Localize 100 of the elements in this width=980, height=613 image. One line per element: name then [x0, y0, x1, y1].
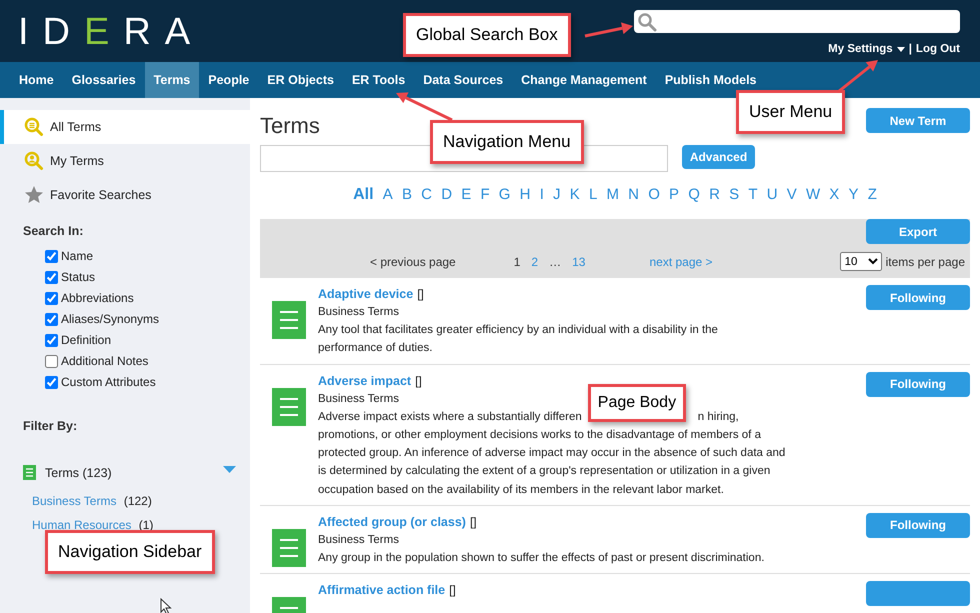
description-text: performance of duties. [318, 341, 432, 356]
letter-link[interactable]: P [669, 184, 680, 206]
nav-tab[interactable]: ER Tools [342, 62, 414, 98]
checkbox[interactable] [45, 312, 58, 326]
sidebar-item[interactable]: Favorite Searches [0, 178, 250, 212]
previous-page-link[interactable]: < previous page [370, 252, 456, 270]
following-button[interactable]: Following [866, 285, 970, 310]
nav-tab[interactable]: Data Sources [414, 62, 512, 98]
letter-link[interactable]: F [480, 184, 490, 206]
checkbox-label: Custom Attributes [61, 374, 156, 392]
letter-link[interactable]: U [766, 184, 778, 206]
letter-link[interactable]: C [421, 184, 432, 206]
letter-link[interactable]: H [520, 184, 530, 206]
filter-link[interactable]: Business Terms [32, 494, 116, 508]
checkbox[interactable] [45, 292, 58, 305]
term-link[interactable]: Affected group (or class) [318, 514, 466, 529]
glossary-text: Business Terms [318, 532, 399, 548]
filter-link[interactable]: Human Resources [32, 518, 132, 532]
checkbox[interactable] [45, 334, 58, 347]
letter-link[interactable]: Y [848, 184, 859, 206]
letter-link[interactable]: T [748, 184, 758, 206]
description-text: promotions, or other employment decisions works to the disadvantage of members of a [318, 428, 761, 444]
following-button[interactable]: Following [866, 372, 970, 397]
checkbox[interactable] [45, 354, 58, 368]
letter-link[interactable]: All [353, 183, 374, 207]
description-text: protected group. An inference of adverse impact may occur in the absence of such data and [318, 446, 786, 462]
next-page-link[interactable]: next page > [649, 252, 713, 270]
following-button[interactable] [866, 581, 970, 606]
letter-link[interactable]: Z [868, 184, 877, 206]
checkbox-label: Additional Notes [61, 353, 148, 370]
page-link[interactable]: 13 [572, 252, 586, 270]
logout-link[interactable]: Log Out [916, 41, 960, 58]
term-link[interactable]: Affirmative action file [318, 583, 446, 598]
page-link[interactable]: 1 [514, 252, 520, 270]
page-title: Terms [260, 113, 321, 139]
term-link[interactable]: Adverse impact [318, 374, 412, 388]
nav-tab[interactable]: People [199, 62, 258, 98]
term-link[interactable]: Adaptive device [318, 287, 414, 301]
nav-tab[interactable]: Change Management [512, 62, 656, 98]
letter-link[interactable]: E [461, 184, 472, 206]
letter-link[interactable]: O [648, 184, 660, 206]
description-text: is determined by calculating the extent of a group's representation or utilization in a given [318, 464, 770, 480]
checkbox[interactable] [45, 250, 58, 263]
checkbox-label: Status [61, 269, 96, 286]
letter-link[interactable]: G [498, 184, 510, 206]
checkbox-label: Aliases/Synonyms [61, 311, 160, 328]
letter-link[interactable]: J [553, 184, 561, 206]
callout-label: Page Body [588, 384, 686, 422]
checkbox[interactable] [45, 376, 58, 389]
letter-link[interactable]: A [382, 184, 393, 206]
description-text: n hiring, [698, 410, 739, 425]
section-label: Search In: [22, 223, 84, 240]
list-icon [272, 388, 306, 426]
tag-text: [] [449, 583, 456, 598]
nav-tab[interactable]: Glossaries [62, 62, 145, 98]
callout-label: Navigation Menu [430, 120, 584, 164]
sidebar-item[interactable]: All Terms [0, 110, 250, 144]
new-term-button[interactable]: New Term [866, 108, 970, 133]
following-button[interactable]: Following [866, 512, 970, 538]
search-icon [637, 12, 657, 32]
glossary-text: Business Terms [318, 305, 399, 320]
letter-link[interactable]: K [570, 184, 580, 206]
callout-arrow [396, 92, 453, 122]
letter-link[interactable]: M [606, 184, 619, 206]
page-size-select[interactable]: 10 [840, 252, 882, 271]
tag-text: [] [415, 374, 422, 388]
tag-text: [] [417, 287, 424, 301]
description-text: Adverse impact exists where a substantially differen [318, 410, 582, 425]
letter-link[interactable]: N [628, 184, 639, 206]
section-label: Filter By: [22, 418, 78, 435]
checkbox[interactable] [45, 270, 58, 284]
letter-link[interactable]: I [540, 184, 544, 206]
checkbox-label: Definition [61, 332, 112, 350]
settings-link[interactable]: My Settings [828, 41, 905, 58]
export-button[interactable]: Export [866, 219, 970, 244]
nav-tab[interactable]: Terms [144, 62, 200, 98]
letter-link[interactable]: W [806, 184, 820, 206]
letter-link[interactable]: D [441, 184, 452, 206]
mouse-pointer-icon [160, 598, 173, 613]
nav-tab[interactable]: ER Objects [258, 62, 343, 98]
search-field[interactable] [634, 10, 960, 33]
tag-text: [] [470, 514, 477, 529]
callout-arrow [837, 60, 878, 94]
letter-link[interactable]: V [786, 184, 797, 206]
letter-link[interactable]: L [588, 184, 598, 206]
letter-link[interactable]: R [709, 184, 720, 206]
page-link[interactable]: 2 [531, 252, 538, 270]
callout-label: Navigation Sidebar [45, 530, 215, 574]
list-icon [272, 528, 306, 567]
caret-icon [896, 47, 905, 52]
callout-arrow [584, 22, 633, 38]
nav-tab[interactable]: Home [10, 62, 63, 98]
sidebar-item[interactable]: My Terms [0, 144, 250, 178]
description-text: Any tool that facilitates greater efficiency by an individual with a disability in the [318, 323, 718, 338]
letter-link[interactable]: X [829, 184, 840, 206]
letter-link[interactable]: Q [688, 184, 700, 206]
letter-link[interactable]: S [729, 184, 740, 206]
letter-link[interactable]: B [402, 184, 412, 206]
advanced-button[interactable]: Advanced [682, 145, 755, 169]
callout-label: User Menu [736, 90, 846, 134]
